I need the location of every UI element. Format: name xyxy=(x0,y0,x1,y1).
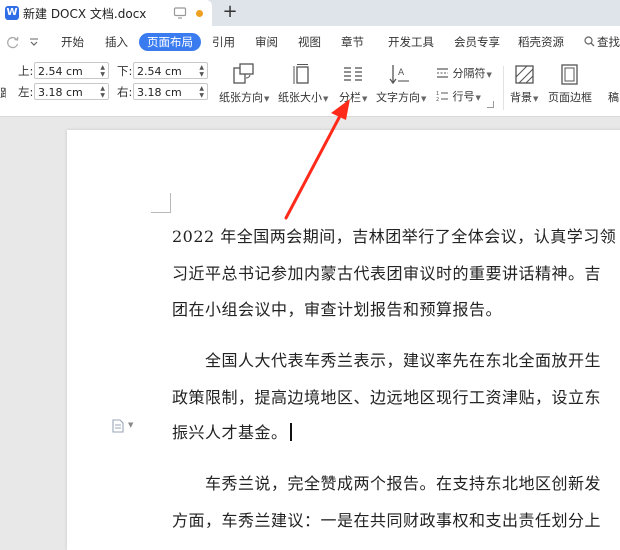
separator-icon xyxy=(437,68,448,78)
ribbon-tabs: 开始 插入 页面布局 引用 审阅 视图 章节 开发工具 会员专享 稻壳资源 查找 xyxy=(0,26,620,58)
document-line: 振兴人才基金。 xyxy=(172,423,288,442)
search-label: 查找 xyxy=(597,35,620,49)
margin-bottom-stepper-icon[interactable]: ▲ ▼ xyxy=(199,64,204,78)
document-tab[interactable]: W 新建 DOCX 文档.docx xyxy=(0,0,212,26)
tab-sections[interactable]: 章节 xyxy=(339,33,366,51)
tab-references[interactable]: 引用 xyxy=(210,33,237,51)
text-direction-icon[interactable]: A xyxy=(388,62,412,86)
margin-right-input[interactable]: 3.18 cm ▲ ▼ xyxy=(133,83,208,100)
title-bar: W 新建 DOCX 文档.docx + xyxy=(0,0,620,26)
margin-right-label: 右: xyxy=(117,85,133,99)
tab-home[interactable]: 开始 xyxy=(59,33,86,51)
margin-top-input[interactable]: 2.54 cm ▲ ▼ xyxy=(34,62,109,79)
chevron-down-icon: ▼ xyxy=(264,95,270,103)
chevron-down-icon: ▼ xyxy=(475,94,481,102)
chevron-down-icon: ▼ xyxy=(362,95,368,103)
margin-bottom-label: 下: xyxy=(117,64,133,78)
page-setup-expander-icon[interactable] xyxy=(487,101,494,108)
manuscript-paper-button-cut[interactable]: 稿 xyxy=(608,89,619,105)
new-tab-button[interactable]: + xyxy=(220,2,240,22)
chevron-down-icon: ▼ xyxy=(486,71,492,79)
margin-left-value: 3.18 cm xyxy=(38,86,83,99)
page-orientation-label: 纸张方向 xyxy=(219,91,263,104)
text-cursor xyxy=(289,423,292,441)
document-line: 政策限制，提高边境地区、边远地区现行工资津贴，设立东 xyxy=(172,388,602,407)
page-border-icon[interactable] xyxy=(558,63,582,87)
svg-text:2: 2 xyxy=(436,97,439,102)
tab-page-layout[interactable]: 页面布局 xyxy=(139,33,201,51)
line-number-label: 行号 xyxy=(452,90,475,103)
separator-button[interactable]: 分隔符▼ xyxy=(436,65,492,81)
margin-bottom-input[interactable]: 2.54 cm ▲ ▼ xyxy=(133,62,208,79)
document-line: 习近平总书记参加内蒙古代表团审议时的重要讲话精神。吉 xyxy=(172,264,602,283)
svg-text:A: A xyxy=(398,68,405,78)
line-number-button[interactable]: 1 2 行号▼ xyxy=(436,88,481,104)
page-layout-toolbar: 上: 2.54 cm ▲ ▼ 下: 2.54 cm ▲ ▼ 距 左: 3.18 cm… xyxy=(0,58,620,117)
toolbar-divider xyxy=(503,66,504,110)
line-number-icon: 1 2 xyxy=(436,91,448,103)
document-line-with-cursor[interactable]: 振兴人才基金。 xyxy=(172,419,292,443)
tab-insert[interactable]: 插入 xyxy=(103,33,130,51)
margin-right-value: 3.18 cm xyxy=(137,86,182,99)
background-label: 背景 xyxy=(510,91,532,104)
document-line: 全国人大代表车秀兰表示，建议率先在东北全面放开生 xyxy=(172,351,602,370)
text-direction-button[interactable]: 文字方向▼ xyxy=(376,89,426,105)
search-box[interactable]: 查找 xyxy=(584,34,620,50)
monitor-icon[interactable] xyxy=(173,6,187,20)
margins-cut-label: 距 xyxy=(0,86,6,100)
tab-developer[interactable]: 开发工具 xyxy=(386,33,436,51)
margin-left-stepper-icon[interactable]: ▲ ▼ xyxy=(100,85,105,99)
redo-icon[interactable] xyxy=(6,35,20,49)
columns-button[interactable]: 分栏▼ xyxy=(339,89,367,105)
document-line: 团在小组会议中，审查计划报告和预算报告。 xyxy=(172,300,503,319)
margin-bottom-value: 2.54 cm xyxy=(137,65,182,78)
quick-access-dropdown-icon[interactable] xyxy=(28,36,40,48)
margin-top-value: 2.54 cm xyxy=(38,65,83,78)
paper-size-button[interactable]: 纸张大小▼ xyxy=(278,89,328,105)
tab-docer-resources[interactable]: 稻壳资源 xyxy=(516,33,566,51)
tab-member[interactable]: 会员专享 xyxy=(452,33,502,51)
columns-icon[interactable] xyxy=(341,63,365,87)
margin-right-stepper-icon[interactable]: ▲ ▼ xyxy=(199,85,204,99)
paper-size-label: 纸张大小 xyxy=(278,91,322,104)
paragraph-layout-icon[interactable] xyxy=(112,419,124,433)
page-orientation-button[interactable]: 纸张方向▼ xyxy=(219,89,269,105)
document-line: 车秀兰说，完全赞成两个报告。在支持东北地区创新发 xyxy=(172,474,602,493)
tab-review[interactable]: 审阅 xyxy=(253,33,280,51)
chevron-down-icon: ▼ xyxy=(533,95,539,103)
search-icon xyxy=(584,36,595,47)
chevron-down-icon: ▼ xyxy=(323,95,329,103)
unsaved-indicator xyxy=(196,10,203,17)
document-line: 2022 年全国两会期间，吉林团举行了全体会议，认真学习领 xyxy=(172,227,617,246)
background-icon[interactable] xyxy=(513,63,537,87)
document-line: 方面，车秀兰建议：一是在共同财政事权和支出责任划分上 xyxy=(172,511,602,530)
chevron-down-icon[interactable]: ▼ xyxy=(128,421,133,429)
paper-size-icon[interactable] xyxy=(290,62,314,86)
margin-crop-mark xyxy=(170,193,171,213)
page-orientation-icon[interactable] xyxy=(231,62,255,86)
margin-top-label: 上: xyxy=(18,64,34,78)
margin-left-input[interactable]: 3.18 cm ▲ ▼ xyxy=(34,83,109,100)
margin-top-stepper-icon[interactable]: ▲ ▼ xyxy=(100,64,105,78)
text-direction-label: 文字方向 xyxy=(376,91,420,104)
page-border-button[interactable]: 页面边框 xyxy=(548,89,592,105)
columns-label: 分栏 xyxy=(339,91,361,104)
chevron-down-icon: ▼ xyxy=(421,95,427,103)
margin-left-label: 左: xyxy=(18,85,34,99)
document-title: 新建 DOCX 文档.docx xyxy=(23,7,147,21)
tab-view[interactable]: 视图 xyxy=(296,33,323,51)
margin-crop-mark xyxy=(151,212,171,213)
separator-label: 分隔符 xyxy=(452,67,486,80)
wps-writer-logo-icon: W xyxy=(5,6,19,20)
background-button[interactable]: 背景▼ xyxy=(510,89,538,105)
